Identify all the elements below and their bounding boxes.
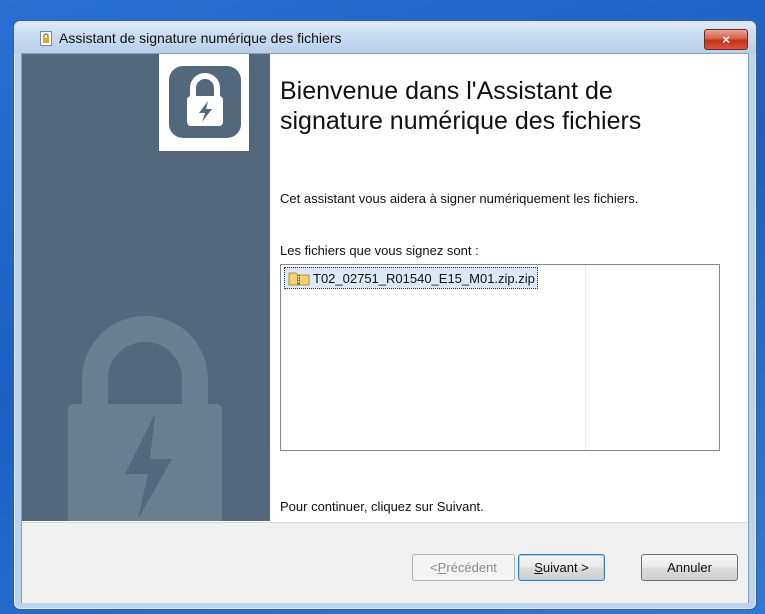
- previous-prefix: <: [430, 560, 438, 575]
- button-bar: < Précédent Suivant > Annuler: [22, 522, 748, 603]
- list-item[interactable]: T02_02751_R01540_E15_M01.zip.zip: [284, 267, 538, 289]
- continue-instruction: Pour continuer, cliquez sur Suivant.: [280, 499, 484, 514]
- cancel-button[interactable]: Annuler: [641, 554, 738, 581]
- window-title: Assistant de signature numérique des fic…: [59, 30, 342, 46]
- page-title: Bienvenue dans l'Assistant de signature …: [280, 77, 642, 135]
- background-lock-icon: [68, 316, 222, 521]
- previous-accelerator: P: [437, 560, 447, 575]
- app-lock-icon: [40, 31, 52, 46]
- zip-folder-icon: [288, 272, 310, 286]
- close-icon: ×: [722, 32, 730, 47]
- intro-text: Cet assistant vous aidera à signer numér…: [280, 191, 639, 206]
- previous-label: récédent: [446, 560, 497, 575]
- close-button[interactable]: ×: [704, 29, 748, 50]
- next-button[interactable]: Suivant >: [518, 554, 605, 581]
- wizard-client-area: Bienvenue dans l'Assistant de signature …: [21, 53, 749, 603]
- next-accelerator: S: [534, 560, 543, 575]
- wizard-window: Assistant de signature numérique des fic…: [13, 20, 757, 610]
- previous-button[interactable]: < Précédent: [412, 554, 515, 581]
- title-bar[interactable]: Assistant de signature numérique des fic…: [14, 21, 756, 53]
- content-pane: Bienvenue dans l'Assistant de signature …: [280, 54, 740, 521]
- column-divider: [585, 265, 586, 450]
- file-list[interactable]: T02_02751_R01540_E15_M01.zip.zip: [280, 264, 720, 451]
- files-label: Les fichiers que vous signez sont :: [280, 243, 479, 258]
- side-banner: [22, 54, 270, 521]
- cancel-label: Annuler: [667, 560, 712, 575]
- next-label: uivant >: [542, 560, 589, 575]
- file-name: T02_02751_R01540_E15_M01.zip.zip: [313, 270, 535, 286]
- lock-bolt-icon: [169, 66, 241, 138]
- lock-badge: [159, 54, 249, 151]
